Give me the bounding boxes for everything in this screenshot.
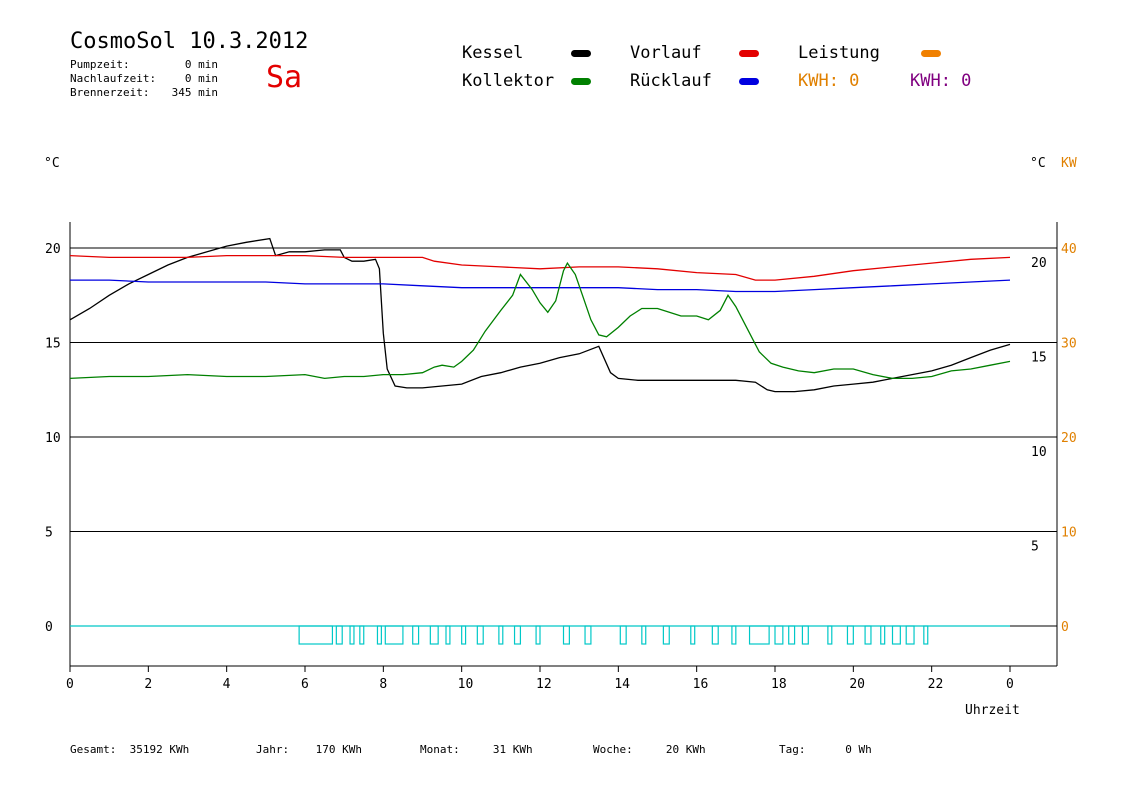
pump-pulse <box>513 625 522 645</box>
pump-pulse <box>880 625 886 645</box>
y-right-unit: °C <box>1030 156 1046 171</box>
y-right-tick-label: 15 <box>1031 351 1047 366</box>
stat-label: Woche: <box>593 743 633 756</box>
x-tick-label: 18 <box>771 677 787 692</box>
pump-pulse <box>846 625 854 645</box>
stat-label: Monat: <box>420 743 460 756</box>
axes <box>69 222 1058 667</box>
stat-label: Tag: <box>779 743 806 756</box>
pump-pulse <box>376 625 382 645</box>
pump-pulse <box>801 625 809 645</box>
x-tick-label: 22 <box>928 677 944 692</box>
temperature-chart: °C °C KW 0 5 10 15 20 5 10 15 20 0 10 20 30 40 0 2 4 6 8 10… <box>44 156 1077 718</box>
pump-pulse <box>891 625 901 645</box>
pump-pulse <box>788 625 796 645</box>
pump-pulse <box>359 625 365 645</box>
y-right-tick-label: 20 <box>1031 256 1047 271</box>
x-tick-label: 0 <box>66 677 74 692</box>
pump-pulse <box>335 625 343 645</box>
pump-pulse <box>535 625 541 645</box>
stat-label: Gesamt: <box>70 743 117 756</box>
pump-pulse <box>690 625 696 645</box>
x-tick-label: 10 <box>458 677 474 692</box>
series-line-kollektor <box>69 261 1011 380</box>
x-tick-label: 14 <box>614 677 630 692</box>
y-left-tick-label: 0 <box>45 620 53 635</box>
pump-pulse <box>562 625 570 645</box>
stat-gesamt: Gesamt: 35192 KWh <box>70 743 189 756</box>
x-axis-label: Uhrzeit <box>965 703 1020 718</box>
y-right-tick-label: 5 <box>1031 540 1039 555</box>
pump-pulse <box>298 625 334 645</box>
stat-woche: Woche: 20 KWh <box>593 743 706 756</box>
y-left-tick-label: 5 <box>45 526 53 541</box>
y-right-tick-label: 10 <box>1031 445 1047 460</box>
pump-pulse <box>662 625 670 645</box>
pump-pulse <box>476 625 484 645</box>
y-left-tick-label: 10 <box>45 431 61 446</box>
pump-pulse <box>905 625 915 645</box>
x-tick-label: 8 <box>379 677 387 692</box>
series-line-rcklauf <box>70 279 1011 293</box>
pump-pulse <box>349 625 355 645</box>
pump-pulse <box>584 625 592 645</box>
stat-value: 31 KWh <box>492 743 533 756</box>
stat-value: 35192 KWh <box>129 743 190 756</box>
pump-pulse <box>864 625 872 645</box>
pump-pulse <box>429 625 439 645</box>
pump-pulse <box>641 625 647 645</box>
x-tick-label: 2 <box>144 677 152 692</box>
y-left-tick-label: 20 <box>45 242 61 257</box>
y-kw-tick-label: 10 <box>1061 526 1077 541</box>
tick-labels: 0 5 10 15 20 5 10 15 20 0 10 20 30 40 0 2 4 6 8 10 12 14 16 18 2… <box>45 242 1077 692</box>
x-tick-label: 6 <box>301 677 309 692</box>
pump-pulse <box>827 625 833 645</box>
series-line-vorlauf <box>69 254 1011 281</box>
y-kw-tick-label: 0 <box>1061 620 1069 635</box>
stat-jahr: Jahr: 170 KWh <box>256 743 362 756</box>
x-tick-label: 0 <box>1006 677 1014 692</box>
stat-tag: Tag: 0 Wh <box>779 743 872 756</box>
stat-value: 170 KWh <box>315 743 362 756</box>
stat-value: 0 Wh <box>845 743 872 756</box>
pump-pulse <box>461 625 467 645</box>
pump-pulse <box>731 625 737 645</box>
y-kw-unit: KW <box>1061 156 1077 171</box>
pump-pulse <box>445 625 451 645</box>
series-line-kessel <box>69 237 1011 393</box>
pump-pulse <box>619 625 627 645</box>
pump-pulse <box>711 625 719 645</box>
grid <box>70 247 1057 627</box>
y-left-tick-label: 15 <box>45 337 61 352</box>
x-tick-label: 20 <box>849 677 865 692</box>
x-tick-label: 4 <box>223 677 231 692</box>
x-tick-label: 16 <box>693 677 709 692</box>
y-kw-tick-label: 30 <box>1061 337 1077 352</box>
series-lines <box>69 237 1011 393</box>
pump-pulse <box>498 625 504 645</box>
pump-pulse <box>748 625 770 645</box>
pump-signal <box>70 625 1010 645</box>
pump-pulse <box>412 625 420 645</box>
stat-label: Jahr: <box>256 743 290 756</box>
pump-pulse <box>384 625 404 645</box>
pump-pulse <box>774 625 784 645</box>
pump-pulse <box>923 625 929 645</box>
y-kw-tick-label: 40 <box>1061 242 1077 257</box>
x-tick-label: 12 <box>536 677 552 692</box>
stat-value: 20 KWh <box>665 743 706 756</box>
y-left-unit: °C <box>44 156 60 171</box>
y-kw-tick-label: 20 <box>1061 431 1077 446</box>
stat-monat: Monat: 31 KWh <box>420 743 533 756</box>
